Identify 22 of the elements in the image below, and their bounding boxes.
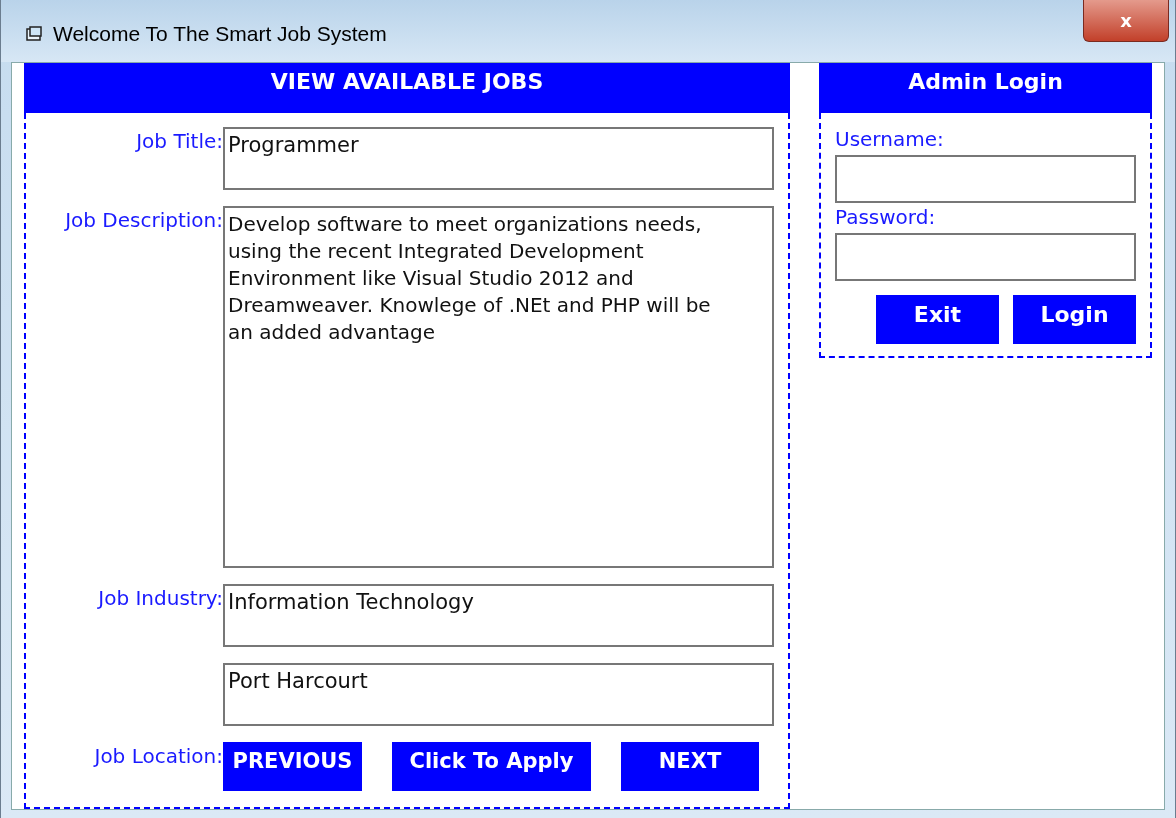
panel-header: VIEW AVAILABLE JOBS	[24, 63, 790, 113]
close-button[interactable]: x	[1083, 0, 1169, 42]
field-label: Job Description:	[63, 207, 223, 234]
admin-button[interactable]: Login	[1013, 295, 1136, 344]
admin-button[interactable]: Exit	[876, 295, 999, 344]
field-label: Job Industry:	[96, 585, 223, 612]
field-label: Password:	[835, 205, 937, 231]
window-title: Welcome To The Smart Job System	[53, 22, 387, 46]
input-field[interactable]	[835, 233, 1136, 281]
text-field[interactable]: Port Harcourt	[223, 663, 774, 726]
text-field[interactable]: Develop software to meet organizations needs, using the recent Integrated Development Environment like Visual Studio 2012 and Dreamweaver. Knowlege of .NEt and PHP will be an added advantage	[223, 206, 774, 568]
text-field[interactable]: Information Technology	[223, 584, 774, 647]
nav-button[interactable]: NEXT	[621, 742, 759, 791]
field-label: Username:	[835, 127, 945, 153]
window-icon	[25, 26, 43, 42]
input-field[interactable]	[835, 155, 1136, 203]
nav-button[interactable]: Click To Apply	[392, 742, 591, 791]
field-label: Job Location:	[92, 743, 223, 770]
panel-header: Admin Login	[819, 63, 1152, 113]
nav-button[interactable]: PREVIOUS	[223, 742, 362, 791]
text-field[interactable]: Programmer	[223, 127, 774, 190]
field-label: Job Title:	[134, 128, 223, 155]
